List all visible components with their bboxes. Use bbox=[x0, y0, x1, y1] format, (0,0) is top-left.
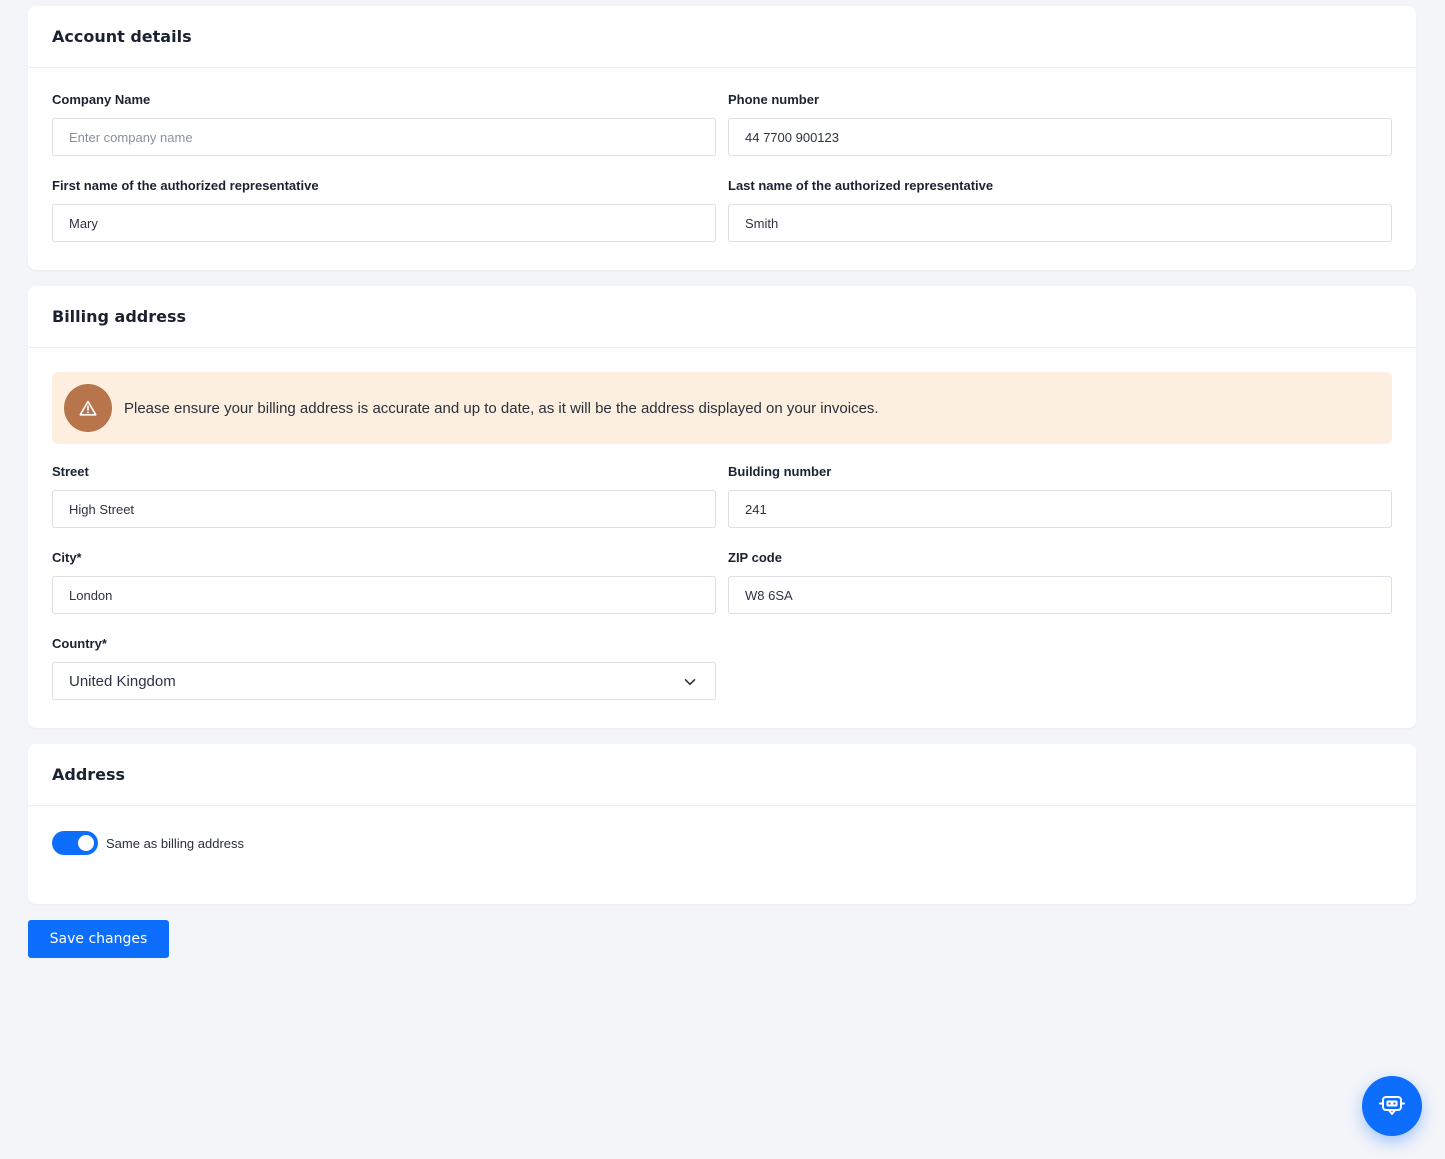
billing-address-title: Billing address bbox=[52, 307, 187, 326]
phone-number-label: Phone number bbox=[728, 92, 820, 107]
first-name-field: First name of the authorized representat… bbox=[52, 178, 716, 242]
chatbot-button[interactable] bbox=[1362, 1076, 1422, 1136]
account-details-card: Account details Company Name Phone numbe… bbox=[28, 6, 1416, 270]
street-input[interactable] bbox=[52, 490, 716, 528]
first-name-label: First name of the authorized representat… bbox=[52, 178, 319, 193]
address-title: Address bbox=[52, 765, 126, 784]
phone-number-field: Phone number bbox=[728, 92, 1392, 156]
street-label: Street bbox=[52, 464, 89, 479]
company-name-label: Company Name bbox=[52, 92, 151, 107]
country-field: Country* United Kingdom bbox=[52, 636, 1392, 700]
address-card: Address Same as billing address bbox=[28, 744, 1416, 904]
address-header: Address bbox=[28, 744, 1416, 806]
last-name-field: Last name of the authorized representati… bbox=[728, 178, 1392, 242]
street-field: Street bbox=[52, 464, 716, 528]
same-as-billing-toggle[interactable] bbox=[52, 831, 98, 855]
last-name-input[interactable] bbox=[728, 204, 1392, 242]
settings-form: Account details Company Name Phone numbe… bbox=[28, 6, 1416, 958]
warning-triangle-icon bbox=[64, 384, 112, 432]
same-as-billing-label: Same as billing address bbox=[106, 835, 245, 851]
address-body: Same as billing address bbox=[28, 806, 1416, 904]
country-select[interactable]: United Kingdom bbox=[52, 662, 716, 700]
building-number-input[interactable] bbox=[728, 490, 1392, 528]
chevron-down-icon bbox=[684, 679, 696, 686]
building-number-field: Building number bbox=[728, 464, 1392, 528]
account-details-header: Account details bbox=[28, 6, 1416, 68]
last-name-label: Last name of the authorized representati… bbox=[728, 178, 994, 193]
city-field: City* bbox=[52, 550, 716, 614]
phone-number-input[interactable] bbox=[728, 118, 1392, 156]
first-name-input[interactable] bbox=[52, 204, 716, 242]
building-number-label: Building number bbox=[728, 464, 832, 479]
billing-address-header: Billing address bbox=[28, 286, 1416, 348]
chatbot-icon bbox=[1379, 1096, 1405, 1115]
account-details-title: Account details bbox=[52, 27, 192, 46]
company-name-input[interactable] bbox=[52, 118, 716, 156]
zip-code-label: ZIP code bbox=[728, 550, 782, 565]
zip-code-field: ZIP code bbox=[728, 550, 1392, 614]
billing-alert: Please ensure your billing address is ac… bbox=[52, 372, 1392, 444]
country-label: Country* bbox=[52, 636, 107, 651]
same-as-billing-row: Same as billing address bbox=[52, 830, 1392, 856]
city-label: City* bbox=[52, 550, 82, 565]
billing-address-body: Please ensure your billing address is ac… bbox=[28, 348, 1416, 728]
billing-address-card: Billing address Please ensure your billi… bbox=[28, 286, 1416, 728]
city-input[interactable] bbox=[52, 576, 716, 614]
country-selected-value: United Kingdom bbox=[69, 672, 176, 690]
toggle-knob bbox=[78, 835, 94, 851]
save-changes-button[interactable]: Save changes bbox=[28, 920, 169, 958]
company-name-field: Company Name bbox=[52, 92, 716, 156]
account-details-body: Company Name Phone number First name of … bbox=[28, 68, 1416, 270]
billing-alert-message: Please ensure your billing address is ac… bbox=[124, 399, 879, 417]
zip-code-input[interactable] bbox=[728, 576, 1392, 614]
